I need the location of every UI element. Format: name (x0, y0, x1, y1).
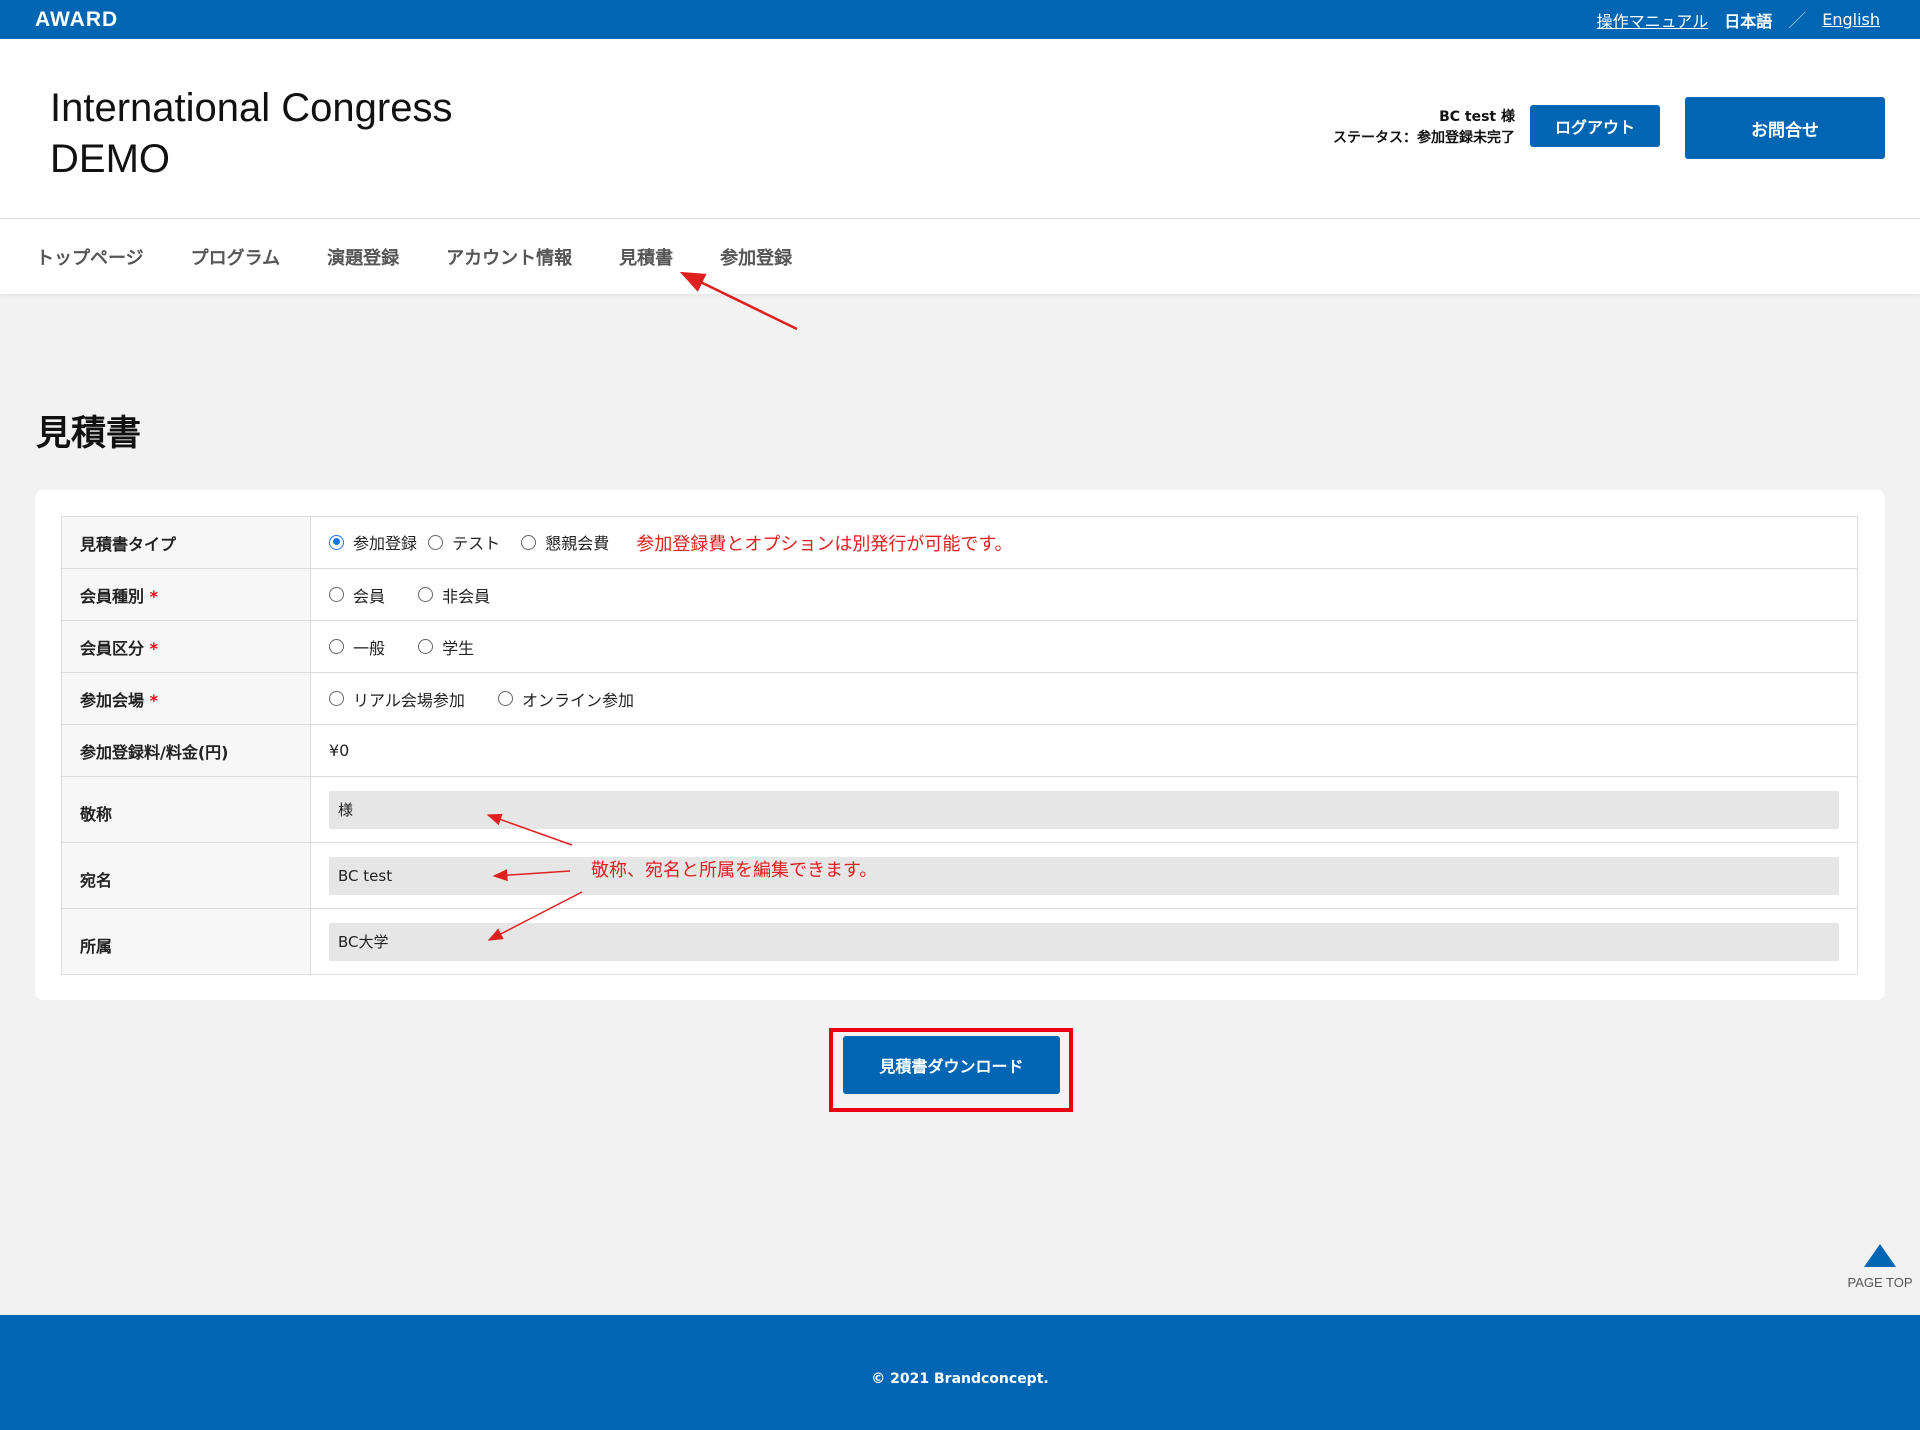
nav-item-program[interactable]: プログラム (191, 244, 280, 270)
site-header: International Congress DEMO BC test 様 ステ… (0, 39, 1920, 219)
radio-label: 会員 (353, 586, 386, 606)
label-affiliation: 所属 (61, 908, 311, 975)
award-logo[interactable]: AWARD (35, 8, 118, 32)
nav-item-top[interactable]: トップページ (36, 244, 144, 270)
required-mark: * (149, 690, 158, 710)
row-member-type: 会員種別 * 会員 非会員 (61, 568, 1858, 621)
fee-value: ¥0 (310, 724, 1858, 777)
label-text: 会員区分 (80, 638, 145, 658)
contact-button[interactable]: お問合せ (1685, 97, 1885, 159)
page-title: 見積書 (36, 414, 142, 454)
radio-empty-icon (428, 534, 444, 550)
row-honorific: 敬称 (61, 776, 1858, 843)
row-fee: 参加登録料/料金(円) ¥0 (61, 724, 1858, 777)
radio-member[interactable]: 会員 (329, 583, 385, 607)
site-title[interactable]: International Congress DEMO (50, 83, 452, 185)
radio-empty-icon (329, 587, 344, 602)
user-status: ステータス：参加登録未完了 (1333, 130, 1515, 146)
label-text: 会員種別 (80, 586, 145, 606)
radio-student[interactable]: 学生 (418, 635, 474, 659)
top-bar: AWARD 操作マニュアル 日本語 ／ English (0, 0, 1920, 39)
affiliation-input[interactable] (329, 922, 1839, 961)
row-affiliation: 所属 (61, 908, 1858, 975)
radio-venue-online[interactable]: オンライン参加 (497, 687, 634, 711)
user-name: BC test 様 (1439, 109, 1515, 125)
radio-label: オンライン参加 (521, 690, 634, 710)
radio-label: 非会員 (442, 586, 491, 606)
row-venue: 参加会場 * リアル会場参加 オンライン参加 (61, 672, 1858, 725)
radio-empty-icon (329, 691, 344, 706)
label-venue: 参加会場 * (61, 672, 311, 725)
row-addressee: 宛名 (61, 842, 1858, 909)
label-quote-type: 見積書タイプ (61, 516, 311, 569)
radio-label: 参加登録 (353, 534, 418, 553)
label-honorific: 敬称 (61, 776, 311, 843)
annotation-note-separate-issue: 参加登録費とオプションは別発行が可能です。 (636, 533, 1013, 555)
site-footer: © 2021 Brandconcept. (0, 1315, 1920, 1430)
radio-non-member[interactable]: 非会員 (418, 583, 490, 607)
nav-item-account[interactable]: アカウント情報 (446, 244, 572, 270)
radio-empty-icon (497, 691, 513, 706)
main-nav: トップページ プログラム 演題登録 アカウント情報 見積書 参加登録 (0, 219, 1920, 294)
nav-item-quote[interactable]: 見積書 (619, 244, 673, 270)
top-links: 操作マニュアル 日本語 ／ English (1597, 0, 1880, 39)
row-member-class: 会員区分 * 一般 学生 (61, 620, 1858, 673)
lang-en-link[interactable]: English (1822, 10, 1880, 29)
radio-label: 学生 (442, 638, 475, 658)
quote-form-table: 見積書タイプ 参加登録 テスト 懇親会費 参加登録費とオプションは別発行が可能で… (61, 516, 1858, 975)
lang-ja-current: 日本語 (1724, 11, 1773, 31)
nav-item-registration[interactable]: 参加登録 (720, 244, 792, 270)
label-fee: 参加登録料/料金(円) (61, 724, 311, 777)
row-quote-type: 見積書タイプ 参加登録 テスト 懇親会費 参加登録費とオプションは別発行が可能で… (61, 516, 1858, 569)
annotation-note-editable-fields: 敬称、宛名と所属を編集できます。 (591, 860, 878, 881)
radio-label: リアル会場参加 (353, 690, 465, 710)
radio-selected-icon (329, 534, 344, 550)
radio-quote-registration[interactable]: 参加登録 (329, 530, 417, 554)
radio-label: 懇親会費 (545, 534, 610, 553)
site-title-line1: International Congress (50, 86, 453, 130)
radio-general[interactable]: 一般 (329, 635, 385, 659)
download-quote-button[interactable]: 見積書ダウンロード (843, 1036, 1060, 1094)
addressee-input[interactable] (329, 856, 1839, 895)
radio-empty-icon (329, 639, 344, 654)
radio-empty-icon (521, 534, 537, 550)
arrow-up-icon (1864, 1244, 1896, 1267)
user-info: BC test 様 ステータス：参加登録未完了 (1333, 107, 1515, 149)
lang-separator: ／ (1788, 10, 1807, 32)
copyright: © 2021 Brandconcept. (871, 1371, 1049, 1387)
label-text: 参加会場 (80, 690, 145, 710)
nav-item-abstract[interactable]: 演題登録 (327, 244, 399, 270)
radio-empty-icon (418, 639, 434, 654)
radio-venue-onsite[interactable]: リアル会場参加 (329, 687, 465, 711)
radio-label: 一般 (353, 638, 386, 658)
radio-quote-test[interactable]: テスト (428, 530, 500, 554)
logout-button[interactable]: ログアウト (1530, 105, 1660, 147)
site-title-line2: DEMO (50, 137, 170, 181)
page-top-label: PAGE TOP (1847, 1275, 1913, 1290)
radio-quote-banquet[interactable]: 懇親会費 (521, 530, 609, 554)
label-addressee: 宛名 (61, 842, 311, 909)
required-mark: * (149, 586, 158, 606)
quote-form-card: 見積書タイプ 参加登録 テスト 懇親会費 参加登録費とオプションは別発行が可能で… (35, 490, 1885, 1000)
label-member-type: 会員種別 * (61, 568, 311, 621)
manual-link[interactable]: 操作マニュアル (1597, 8, 1709, 32)
radio-empty-icon (418, 587, 434, 602)
page-top-button[interactable]: PAGE TOP (1840, 1240, 1920, 1300)
radio-label: テスト (452, 534, 501, 553)
label-member-class: 会員区分 * (61, 620, 311, 673)
honorific-input[interactable] (329, 790, 1839, 829)
required-mark: * (149, 638, 158, 658)
